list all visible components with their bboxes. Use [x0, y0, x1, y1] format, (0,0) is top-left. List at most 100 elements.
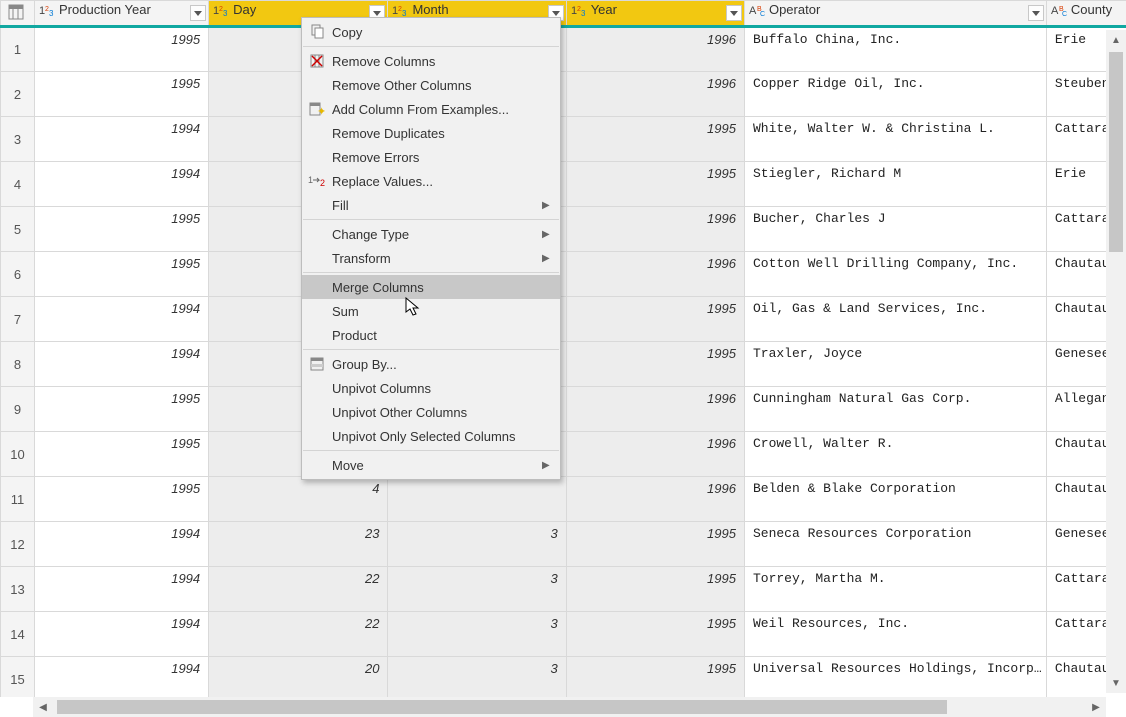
- scroll-left-arrow[interactable]: ◀: [33, 697, 53, 717]
- table-row[interactable]: 1019951996Crowell, Walter R.Chautauqua: [1, 432, 1126, 477]
- table-row[interactable]: 719941995Oil, Gas & Land Services, Inc.C…: [1, 297, 1126, 342]
- cell[interactable]: 1996: [566, 207, 744, 252]
- menu-item-move[interactable]: Move▶: [302, 453, 560, 477]
- scroll-down-arrow[interactable]: ▼: [1106, 673, 1126, 693]
- menu-item-add-column-from-examples[interactable]: ✦Add Column From Examples...: [302, 97, 560, 121]
- row-number[interactable]: 6: [1, 252, 35, 297]
- cell[interactable]: 1994: [35, 297, 209, 342]
- cell[interactable]: Seneca Resources Corporation: [744, 522, 1046, 567]
- cell[interactable]: 1996: [566, 252, 744, 297]
- cell[interactable]: 4: [209, 477, 388, 522]
- cell[interactable]: 1994: [35, 117, 209, 162]
- menu-item-group-by[interactable]: Group By...: [302, 352, 560, 376]
- menu-item-remove-errors[interactable]: Remove Errors: [302, 145, 560, 169]
- cell[interactable]: 1994: [35, 162, 209, 207]
- cell[interactable]: Universal Resources Holdings, Incorp…: [744, 657, 1046, 698]
- cell[interactable]: 1995: [35, 72, 209, 117]
- row-number[interactable]: 10: [1, 432, 35, 477]
- cell[interactable]: 1996: [566, 387, 744, 432]
- cell[interactable]: 1995: [566, 297, 744, 342]
- table-row[interactable]: 1219942331995Seneca Resources Corporatio…: [1, 522, 1126, 567]
- cell[interactable]: 1995: [35, 207, 209, 252]
- cell[interactable]: 1996: [566, 72, 744, 117]
- cell[interactable]: 1995: [566, 567, 744, 612]
- cell[interactable]: Bucher, Charles J: [744, 207, 1046, 252]
- cell[interactable]: 1995: [566, 117, 744, 162]
- cell[interactable]: 1995: [566, 612, 744, 657]
- cell[interactable]: [388, 477, 566, 522]
- column-header-operator[interactable]: ABCOperator: [744, 1, 1046, 27]
- cell[interactable]: 1995: [566, 162, 744, 207]
- cell[interactable]: Copper Ridge Oil, Inc.: [744, 72, 1046, 117]
- cell[interactable]: 3: [388, 567, 566, 612]
- row-number[interactable]: 8: [1, 342, 35, 387]
- cell[interactable]: Weil Resources, Inc.: [744, 612, 1046, 657]
- table-row[interactable]: 1319942231995Torrey, Martha M.Cattaraugu…: [1, 567, 1126, 612]
- scroll-up-arrow[interactable]: ▲: [1106, 30, 1126, 50]
- menu-item-transform[interactable]: Transform▶: [302, 246, 560, 270]
- row-number[interactable]: 14: [1, 612, 35, 657]
- row-number[interactable]: 12: [1, 522, 35, 567]
- cell[interactable]: Traxler, Joyce: [744, 342, 1046, 387]
- cell[interactable]: Stiegler, Richard M: [744, 162, 1046, 207]
- column-header-county[interactable]: ABCCounty: [1046, 1, 1126, 27]
- menu-item-unpivot-only-selected-columns[interactable]: Unpivot Only Selected Columns: [302, 424, 560, 448]
- menu-item-copy[interactable]: Copy: [302, 20, 560, 44]
- table-row[interactable]: 519951996Bucher, Charles JCattaraugus: [1, 207, 1126, 252]
- cell[interactable]: 1996: [566, 27, 744, 72]
- table-row[interactable]: 1419942231995Weil Resources, Inc.Cattara…: [1, 612, 1126, 657]
- cell[interactable]: Cotton Well Drilling Company, Inc.: [744, 252, 1046, 297]
- table-row[interactable]: 1519942031995Universal Resources Holding…: [1, 657, 1126, 698]
- cell[interactable]: 3: [388, 612, 566, 657]
- table-row[interactable]: 819941995Traxler, JoyceGenesee: [1, 342, 1126, 387]
- cell[interactable]: 1995: [35, 252, 209, 297]
- cell[interactable]: Torrey, Martha M.: [744, 567, 1046, 612]
- cell[interactable]: 22: [209, 567, 388, 612]
- menu-item-change-type[interactable]: Change Type▶: [302, 222, 560, 246]
- cell[interactable]: 1994: [35, 342, 209, 387]
- table-row[interactable]: 61995 1996Cotton Well Drilling Company, I…: [1, 252, 1126, 297]
- cell[interactable]: 22: [209, 612, 388, 657]
- cell[interactable]: 1994: [35, 522, 209, 567]
- column-filter-dropdown[interactable]: [190, 5, 206, 21]
- row-number[interactable]: 1: [1, 27, 35, 72]
- horizontal-scrollbar[interactable]: ◀ ▶: [33, 697, 1106, 717]
- cell[interactable]: 1995: [35, 477, 209, 522]
- menu-item-remove-columns[interactable]: Remove Columns: [302, 49, 560, 73]
- table-corner-icon[interactable]: [1, 1, 35, 27]
- menu-item-replace-values[interactable]: 12Replace Values...: [302, 169, 560, 193]
- table-row[interactable]: 31994 1995White, Walter W. & Christina L.…: [1, 117, 1126, 162]
- row-number[interactable]: 4: [1, 162, 35, 207]
- cell[interactable]: 1994: [35, 612, 209, 657]
- cell[interactable]: Crowell, Walter R.: [744, 432, 1046, 477]
- table-row[interactable]: 11199541996Belden & Blake CorporationCha…: [1, 477, 1126, 522]
- cell[interactable]: 1995: [566, 522, 744, 567]
- table-row[interactable]: 219951996Copper Ridge Oil, Inc.Steuben: [1, 72, 1126, 117]
- cell[interactable]: 1995: [35, 432, 209, 477]
- row-number[interactable]: 9: [1, 387, 35, 432]
- cell[interactable]: Belden & Blake Corporation: [744, 477, 1046, 522]
- table-row[interactable]: 119951996Buffalo China, Inc.Erie: [1, 27, 1126, 72]
- table-row[interactable]: 919951996Cunningham Natural Gas Corp.All…: [1, 387, 1126, 432]
- row-number[interactable]: 2: [1, 72, 35, 117]
- column-header-year[interactable]: 123Year: [566, 1, 744, 27]
- menu-item-unpivot-columns[interactable]: Unpivot Columns: [302, 376, 560, 400]
- row-number[interactable]: 3: [1, 117, 35, 162]
- cell[interactable]: Cunningham Natural Gas Corp.: [744, 387, 1046, 432]
- menu-item-remove-duplicates[interactable]: Remove Duplicates: [302, 121, 560, 145]
- cell[interactable]: White, Walter W. & Christina L.: [744, 117, 1046, 162]
- cell[interactable]: 1994: [35, 657, 209, 698]
- cell[interactable]: Buffalo China, Inc.: [744, 27, 1046, 72]
- scroll-right-arrow[interactable]: ▶: [1086, 697, 1106, 717]
- row-number[interactable]: 7: [1, 297, 35, 342]
- table-row[interactable]: 419941995Stiegler, Richard MErie: [1, 162, 1126, 207]
- menu-item-unpivot-other-columns[interactable]: Unpivot Other Columns: [302, 400, 560, 424]
- cell[interactable]: 1995: [566, 657, 744, 698]
- row-number[interactable]: 13: [1, 567, 35, 612]
- row-number[interactable]: 5: [1, 207, 35, 252]
- horizontal-scroll-thumb[interactable]: [57, 700, 947, 714]
- cell[interactable]: 20: [209, 657, 388, 698]
- menu-item-sum[interactable]: Sum: [302, 299, 560, 323]
- cell[interactable]: 3: [388, 657, 566, 698]
- cell[interactable]: 1995: [566, 342, 744, 387]
